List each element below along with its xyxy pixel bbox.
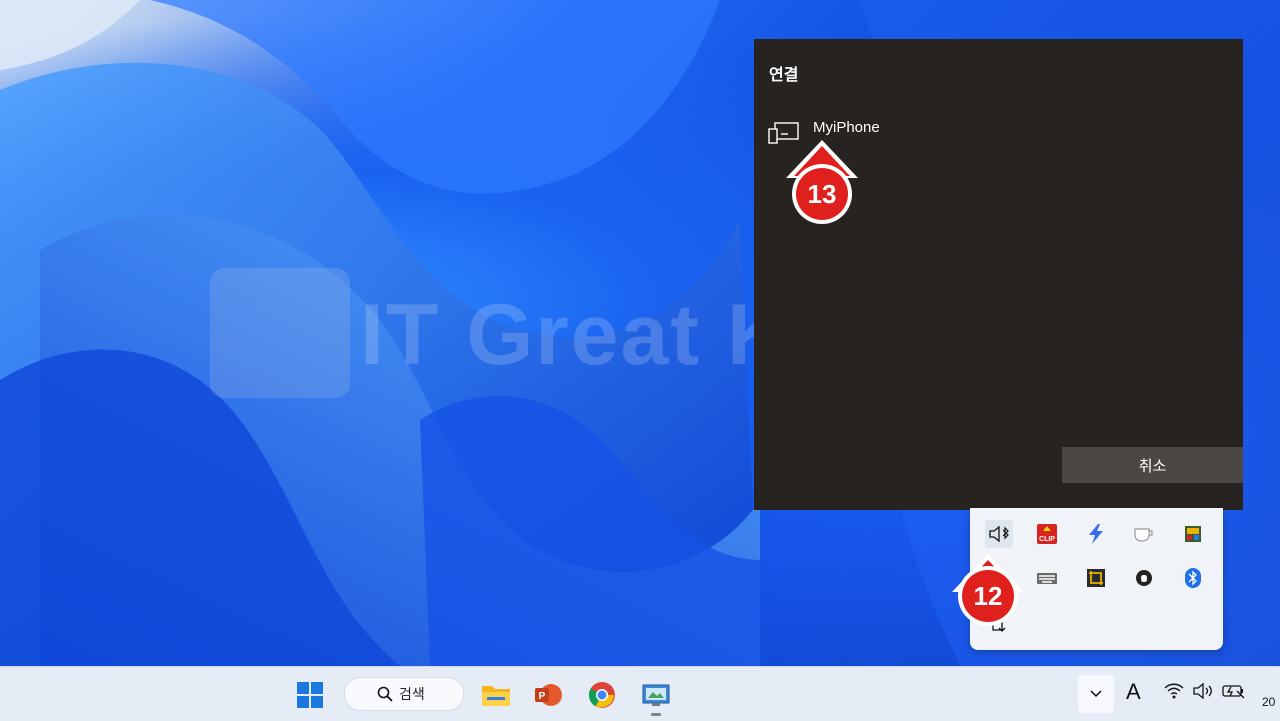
wifi-icon[interactable] xyxy=(1164,683,1184,699)
coffee-icon[interactable] xyxy=(1130,520,1158,548)
taskbar-powerpoint[interactable]: P xyxy=(528,675,568,715)
taskbar-control-panel[interactable] xyxy=(636,675,676,715)
step-marker-12: 12 xyxy=(952,554,1024,626)
picture-icon[interactable] xyxy=(1179,520,1207,548)
lightning-icon[interactable] xyxy=(1082,520,1110,548)
clip-badge: CLIP xyxy=(1039,536,1055,543)
chrome-icon xyxy=(588,682,615,708)
taskbar: 검색 P A 20 xyxy=(0,666,1280,721)
start-button[interactable] xyxy=(290,675,330,715)
step-marker-13-label: 13 xyxy=(808,179,837,209)
control-panel-icon xyxy=(642,684,670,706)
keyboard-icon[interactable] xyxy=(1033,564,1061,592)
ime-indicator[interactable]: A xyxy=(1126,679,1141,705)
volume-icon[interactable] xyxy=(1193,683,1215,699)
battery-icon[interactable] xyxy=(1222,683,1246,699)
start-icon xyxy=(297,682,323,708)
bluetooth-audio-icon[interactable] xyxy=(985,520,1013,548)
step-marker-12-label: 12 xyxy=(974,581,1003,611)
chevron-down-icon xyxy=(1090,690,1102,698)
powerpoint-icon: P xyxy=(535,684,562,706)
svg-text:P: P xyxy=(539,691,546,702)
active-app-indicator xyxy=(651,713,661,716)
bluetooth-icon[interactable] xyxy=(1179,564,1207,592)
search-label: 검색 xyxy=(399,686,425,702)
connect-panel-title: 연결 xyxy=(769,67,799,84)
step-marker-13: 13 xyxy=(786,140,858,224)
device-name: MyiPhone xyxy=(813,119,880,136)
svg-text:S: S xyxy=(1141,574,1148,585)
clip-icon[interactable]: CLIP xyxy=(1033,520,1061,548)
crop-icon[interactable] xyxy=(1082,564,1110,592)
cancel-button[interactable]: 취소 xyxy=(1062,447,1243,483)
taskbar-search[interactable]: 검색 xyxy=(344,677,464,711)
file-explorer-icon xyxy=(482,686,510,706)
show-hidden-icons-button[interactable] xyxy=(1078,675,1114,713)
taskbar-chrome[interactable] xyxy=(582,675,622,715)
gear-icon[interactable]: S xyxy=(1130,564,1158,592)
clock[interactable]: 20 xyxy=(1262,695,1275,709)
connect-panel: 연결 MyiPhone 취소 xyxy=(754,39,1243,510)
search-icon xyxy=(377,686,393,702)
taskbar-file-explorer[interactable] xyxy=(476,675,516,715)
